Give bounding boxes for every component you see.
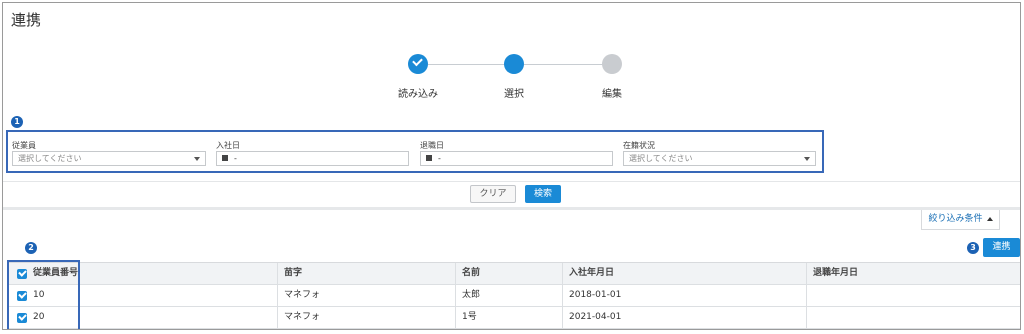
employee-label: 従業員: [12, 141, 36, 150]
header-retire-date: 退職年月日: [806, 263, 1020, 284]
step-label-select: 選択: [504, 89, 524, 100]
step-label-read: 読み込み: [398, 89, 438, 100]
selection-highlight: [7, 260, 80, 329]
retire-date-field[interactable]: -: [420, 151, 613, 166]
step-label-edit: 編集: [602, 89, 622, 100]
cell-last-name: マネフォ: [277, 307, 455, 328]
employee-placeholder: 選択してください: [18, 154, 82, 163]
chevron-down-icon: [194, 157, 200, 161]
link-button[interactable]: 連携: [983, 238, 1020, 257]
divider: [3, 181, 1020, 182]
hire-date-value: -: [234, 154, 237, 163]
annotation-badge-3: 3: [967, 242, 979, 254]
status-select[interactable]: 選択してください: [623, 151, 816, 166]
header-last-name: 苗字: [277, 263, 455, 284]
filter-panel: 従業員 選択してください 入社日 - 退職日 - 在籍状況 選択してください: [6, 130, 824, 173]
annotation-badge-2: 2: [25, 242, 37, 254]
page-title: 連携: [11, 11, 42, 29]
table-row: 20 マネフォ 1号 2021-04-01: [7, 307, 1020, 329]
retire-date-label: 退職日: [420, 141, 444, 150]
cell-first-name: 太郎: [455, 285, 562, 306]
calendar-icon: [222, 154, 228, 161]
cell-last-name: マネフォ: [277, 285, 455, 306]
step-current-icon: [504, 54, 524, 74]
header-first-name: 名前: [455, 263, 562, 284]
status-placeholder: 選択してください: [629, 154, 693, 163]
status-label: 在籍状況: [623, 141, 655, 150]
search-button[interactable]: 検索: [525, 185, 561, 203]
table-row: 10 マネフォ 太郎 2018-01-01: [7, 285, 1020, 307]
stepper-line: [524, 64, 604, 65]
filter-conditions-toggle[interactable]: 絞り込み条件: [921, 210, 1000, 230]
hire-date-field[interactable]: -: [216, 151, 409, 166]
clear-button[interactable]: クリア: [470, 185, 516, 203]
chevron-down-icon: [804, 157, 810, 161]
chevron-up-icon: [986, 216, 993, 221]
header-hire-date: 入社年月日: [562, 263, 806, 284]
table-header-row: 従業員番号 苗字 名前 入社年月日 退職年月日: [7, 263, 1020, 285]
employee-table: 従業員番号 苗字 名前 入社年月日 退職年月日 10 マネフォ 太郎 2018-…: [7, 262, 1020, 329]
cell-retire-date: [806, 285, 1020, 306]
cell-retire-date: [806, 307, 1020, 328]
check-icon: [412, 55, 423, 67]
cell-hire-date: 2018-01-01: [562, 285, 806, 306]
calendar-icon: [426, 154, 432, 161]
filter-conditions-label: 絞り込み条件: [928, 214, 983, 224]
employee-select[interactable]: 選択してください: [12, 151, 206, 166]
section-band: [3, 207, 1020, 210]
stepper-line: [428, 64, 508, 65]
step-todo-icon: [602, 54, 622, 74]
app-frame: 連携 読み込み 選択 編集 1 従業員 選択してください 入社日 - 退職日 -…: [2, 2, 1021, 330]
cell-hire-date: 2021-04-01: [562, 307, 806, 328]
step-done-icon: [408, 54, 428, 74]
cell-first-name: 1号: [455, 307, 562, 328]
annotation-badge-1: 1: [11, 116, 23, 128]
hire-date-label: 入社日: [216, 141, 240, 150]
retire-date-value: -: [438, 154, 441, 163]
